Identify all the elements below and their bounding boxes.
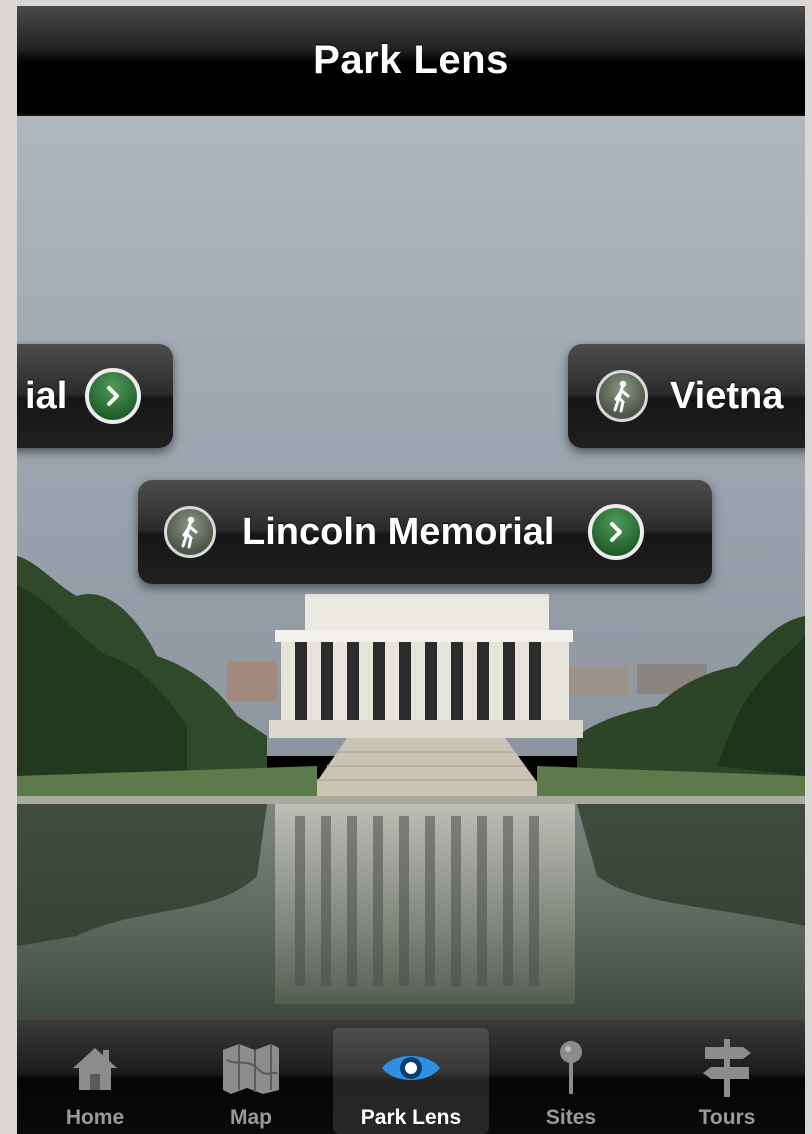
poi-callout-left[interactable]: ial bbox=[17, 344, 173, 448]
tab-tours[interactable]: Tours bbox=[649, 1020, 805, 1134]
camera-view: ial Vietna Lincoln Memorial bbox=[17, 116, 805, 1020]
poi-callout-right-label: Vietna bbox=[670, 374, 784, 417]
app-frame: Park Lens ial Vietna Lincoln Memorial Ho… bbox=[17, 6, 805, 1134]
tab-sites-label: Sites bbox=[545, 1106, 597, 1129]
tab-park-lens-label: Park Lens bbox=[360, 1106, 462, 1129]
tab-map-label: Map bbox=[230, 1106, 272, 1129]
tab-tours-label: Tours bbox=[698, 1106, 756, 1129]
map-icon bbox=[219, 1036, 283, 1100]
chevron-right-icon[interactable] bbox=[85, 368, 142, 424]
tab-sites[interactable]: Sites bbox=[493, 1020, 649, 1134]
chevron-right-icon[interactable] bbox=[588, 504, 645, 560]
home-icon bbox=[67, 1036, 123, 1100]
walking-person-icon bbox=[164, 506, 216, 558]
tab-map[interactable]: Map bbox=[173, 1020, 329, 1134]
poi-callout-main-label: Lincoln Memorial bbox=[242, 510, 555, 553]
eye-icon bbox=[380, 1036, 442, 1100]
tab-park-lens[interactable]: Park Lens bbox=[333, 1028, 489, 1134]
navigation-bar: Park Lens bbox=[17, 6, 805, 116]
tab-home-label: Home bbox=[65, 1106, 125, 1129]
pin-icon bbox=[551, 1036, 591, 1100]
poi-callout-left-label: ial bbox=[25, 374, 68, 417]
tab-home[interactable]: Home bbox=[17, 1020, 173, 1134]
tab-bar: Home Map Park Lens Sites Tours bbox=[17, 1020, 805, 1134]
poi-callout-right[interactable]: Vietna bbox=[568, 344, 805, 448]
signpost-icon bbox=[699, 1036, 755, 1100]
page-title: Park Lens bbox=[313, 37, 509, 82]
poi-callout-lincoln-memorial[interactable]: Lincoln Memorial bbox=[138, 480, 712, 584]
walking-person-icon bbox=[596, 370, 648, 422]
